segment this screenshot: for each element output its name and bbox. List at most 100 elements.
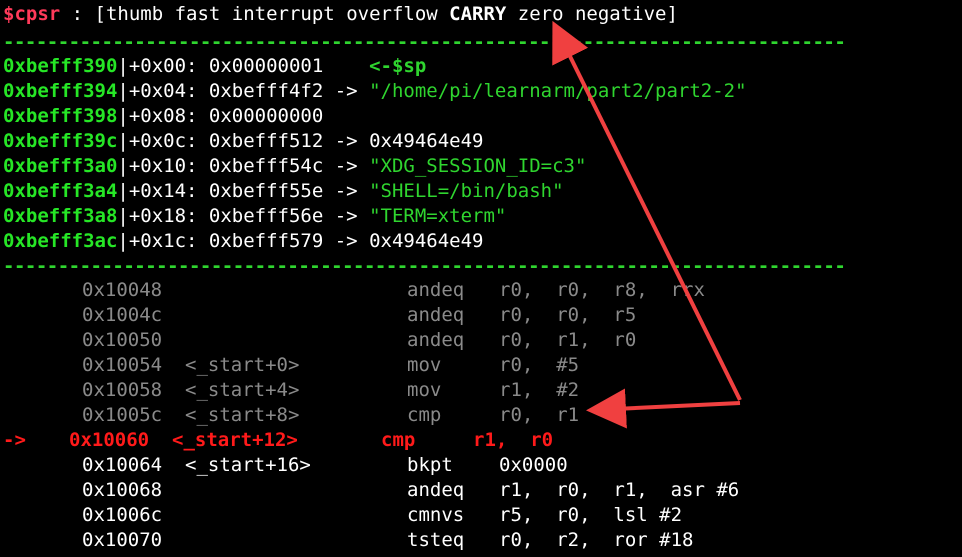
instruction-mnemonic: bkpt xyxy=(407,454,453,476)
stack-row: 0xbefff394|+0x04: 0xbefff4f2 -> "/home/p… xyxy=(3,79,747,104)
instruction-symbol: <_start+4> xyxy=(185,379,300,401)
cpsr-flags-close: zero negative] xyxy=(506,3,678,25)
instruction-mnemonic: mov xyxy=(407,354,442,376)
stack-row: 0xbefff3ac|+0x1c: 0xbefff579 -> 0x49464e… xyxy=(3,229,483,254)
stack-offset: |+0x08: xyxy=(117,105,209,127)
instruction-row: 0x10050 andeq r0, r1, r0 xyxy=(0,328,636,353)
instruction-address: 0x1004c xyxy=(82,304,163,326)
instruction-symbol: <_start+8> xyxy=(185,404,300,426)
stack-target: <-$sp xyxy=(369,55,427,77)
stack-offset: |+0x1c: xyxy=(117,230,209,252)
stack-arrow: -> xyxy=(323,130,370,152)
stack-offset: |+0x18: xyxy=(117,205,209,227)
stack-offset: |+0x0c: xyxy=(117,130,209,152)
stack-target: "SHELL=/bin/bash" xyxy=(369,180,564,202)
instruction-operands: r1, r0 xyxy=(473,429,554,451)
instruction-row: 0x1004c andeq r0, r0, r5 xyxy=(0,303,636,328)
instruction-row: 0x10064 <_start+16> bkpt 0x0000 xyxy=(0,453,568,478)
instruction-mnemonic: mov xyxy=(407,379,442,401)
instruction-mnemonic: cmp xyxy=(407,404,442,426)
instruction-operands: r1, r0, r1, asr #6 xyxy=(499,479,740,501)
instruction-mnemonic: andeq xyxy=(407,279,465,301)
stack-target: "TERM=xterm" xyxy=(369,205,507,227)
instruction-row: 0x10070 tsteq r0, r2, ror #18 xyxy=(0,528,693,553)
instruction-mnemonic: andeq xyxy=(407,304,465,326)
stack-target: 0x49464e49 xyxy=(369,130,484,152)
stack-arrow xyxy=(323,54,369,79)
stack-row: 0xbefff3a8|+0x18: 0xbefff56e -> "TERM=xt… xyxy=(3,204,506,229)
stack-address: 0xbefff3a4 xyxy=(3,180,118,202)
instruction-row: 0x1005c <_start+8> cmp r0, r1 xyxy=(0,403,579,428)
stack-value: 0xbefff55e xyxy=(208,180,324,202)
stack-offset: |+0x04: xyxy=(117,80,209,102)
instruction-operands: r0, r0, r8, rrx xyxy=(499,279,705,301)
current-instruction-row: -> 0x10060 <_start+12> cmp r1, r0 xyxy=(0,428,553,453)
cpsr-line: $cpsr : [thumb fast interrupt overflow C… xyxy=(3,2,678,27)
stack-address: 0xbefff394 xyxy=(3,80,118,102)
stack-value: 0x00000001 xyxy=(208,55,324,77)
stack-target: "XDG_SESSION_ID=c3" xyxy=(369,155,587,177)
instruction-mnemonic: andeq xyxy=(407,479,465,501)
stack-value: 0xbefff512 xyxy=(208,130,324,152)
instruction-operands: r1, #2 xyxy=(499,379,580,401)
instruction-operands: r0, #5 xyxy=(499,354,580,376)
pc-marker: -> xyxy=(3,429,26,451)
stack-target: "/home/pi/learnarm/part2/part2-2" xyxy=(369,80,747,102)
instruction-operands: r0, r1, r0 xyxy=(499,329,637,351)
stack-offset: |+0x00: xyxy=(117,55,209,77)
instruction-operands: r5, r0, lsl #2 xyxy=(499,504,683,526)
instruction-mnemonic: cmp xyxy=(381,429,416,451)
cpsr-separator: : xyxy=(60,3,95,25)
instruction-mnemonic: tsteq xyxy=(407,529,465,551)
instruction-mnemonic: andeq xyxy=(407,329,465,351)
instruction-operands: r0, r0, r5 xyxy=(499,304,637,326)
instruction-address: 0x10064 xyxy=(82,454,163,476)
stack-value: 0xbefff579 xyxy=(208,230,324,252)
stack-target: 0x49464e49 xyxy=(369,230,484,252)
instruction-operands: r0, r1 xyxy=(499,404,580,426)
stack-arrow: -> xyxy=(323,80,370,102)
stack-arrow: -> xyxy=(323,230,370,252)
instruction-symbol: <_start+16> xyxy=(185,454,311,476)
stack-value: 0xbefff54c xyxy=(208,155,324,177)
cpsr-flags-open: [thumb fast interrupt overflow xyxy=(94,3,450,25)
stack-row: 0xbefff3a4|+0x14: 0xbefff55e -> "SHELL=/… xyxy=(3,179,564,204)
instruction-symbol: <_start+12> xyxy=(172,429,298,451)
stack-row: 0xbefff3a0|+0x10: 0xbefff54c -> "XDG_SES… xyxy=(3,154,586,179)
stack-arrow: -> xyxy=(323,180,370,202)
stack-address: 0xbefff3ac xyxy=(3,230,118,252)
instruction-symbol: <_start+0> xyxy=(185,354,300,376)
instruction-address: 0x10050 xyxy=(82,329,163,351)
arrow-to-cmp-operand xyxy=(586,388,741,429)
instruction-address: 0x10070 xyxy=(82,529,163,551)
instruction-address: 0x10054 xyxy=(82,354,163,376)
cpsr-carry-flag: CARRY xyxy=(449,3,507,25)
stack-arrow: -> xyxy=(323,205,370,227)
instruction-address: 0x10068 xyxy=(82,479,163,501)
stack-address: 0xbefff3a0 xyxy=(3,155,118,177)
instruction-row: 0x10048 andeq r0, r0, r8, rrx xyxy=(0,278,705,303)
stack-value: 0x00000000 xyxy=(208,105,324,127)
instruction-row: 0x10054 <_start+0> mov r0, #5 xyxy=(0,353,579,378)
instruction-address: 0x10058 xyxy=(82,379,163,401)
instruction-address: 0x10048 xyxy=(82,279,163,301)
instruction-row: 0x10068 andeq r1, r0, r1, asr #6 xyxy=(0,478,739,503)
instruction-address: 0x1005c xyxy=(82,404,163,426)
stack-address: 0xbefff39c xyxy=(3,130,118,152)
stack-arrow: -> xyxy=(323,155,370,177)
code-separator: ----------------------------------------… xyxy=(3,255,846,277)
cpsr-label: $cpsr xyxy=(3,3,61,25)
stack-address: 0xbefff3a8 xyxy=(3,205,118,227)
instruction-operands: r0, r2, ror #18 xyxy=(499,529,694,551)
stack-offset: |+0x14: xyxy=(117,180,209,202)
stack-row: 0xbefff390|+0x00: 0x00000001 <-$sp xyxy=(3,54,426,79)
instruction-row: 0x10058 <_start+4> mov r1, #2 xyxy=(0,378,579,403)
instruction-row: 0x1006c cmnvs r5, r0, lsl #2 xyxy=(0,503,682,528)
stack-value: 0xbefff4f2 xyxy=(208,80,324,102)
instruction-address: 0x1006c xyxy=(82,504,163,526)
stack-row: 0xbefff398|+0x08: 0x00000000 xyxy=(3,104,323,129)
stack-separator-top: ----------------------------------------… xyxy=(3,31,846,53)
stack-offset: |+0x10: xyxy=(117,155,209,177)
stack-address: 0xbefff390 xyxy=(3,55,118,77)
stack-value: 0xbefff56e xyxy=(208,205,324,227)
